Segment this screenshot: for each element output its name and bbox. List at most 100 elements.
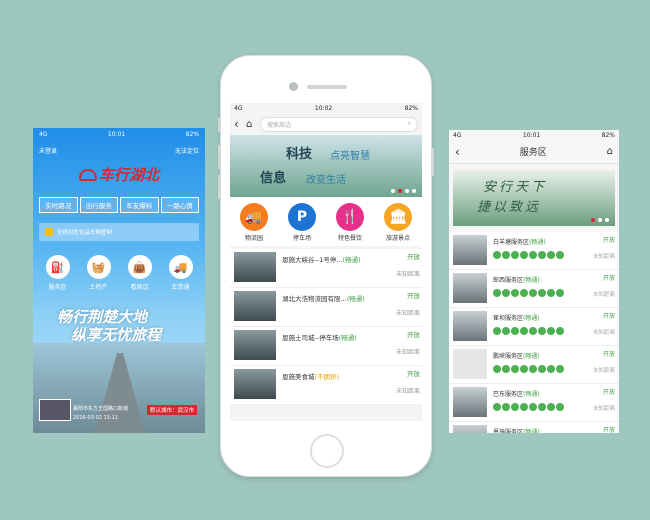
quick-entry-1[interactable]: 🧺 土特产 xyxy=(81,255,117,291)
open-status: 开放 xyxy=(407,331,420,339)
list-item-thumbnail xyxy=(453,273,487,303)
page-title: 服务区 xyxy=(519,148,547,158)
tab-2[interactable]: 车友爆料 xyxy=(120,197,159,213)
list-item-name: 恩施土司城--停车场(畅通) xyxy=(282,332,418,342)
list-item[interactable]: 湖北大浩物流园有限...(畅通) 开放 未知距离 xyxy=(230,288,422,327)
facility-icon xyxy=(556,365,564,373)
signal-label: 4G xyxy=(234,104,243,112)
app-logo: 车行湖北 xyxy=(79,164,205,185)
clock: 10:01 xyxy=(522,131,541,139)
list-item[interactable]: 鹏峡服务区(畅通) 开放 未知距离 xyxy=(449,346,619,384)
facility-icon xyxy=(520,327,528,335)
category-label: 特色餐饮 xyxy=(337,235,362,242)
list-item[interactable]: 郎西服务区(畅通) 开放 未知距离 xyxy=(449,270,619,308)
facility-icon xyxy=(547,403,555,411)
slogan-line-2: 纵享无忧旅程 xyxy=(71,326,162,344)
search-input[interactable]: 搜索周边 ⌕ xyxy=(260,116,418,132)
carousel-dot[interactable] xyxy=(412,189,416,193)
back-arrow-icon[interactable]: ‹ xyxy=(455,145,460,159)
list-item-name: 郎西服务区(畅通) xyxy=(493,275,615,284)
category-1[interactable]: P 停车场 xyxy=(280,203,324,242)
volume-down-button xyxy=(218,175,221,199)
facility-icon xyxy=(493,365,501,373)
dining-icon: 🍴 xyxy=(336,203,364,231)
carousel-dot-active[interactable] xyxy=(398,189,402,193)
slogan-line-1: 畅行荆楚大地 xyxy=(57,308,148,326)
quick-entry-0[interactable]: ⛽ 服务区 xyxy=(40,255,76,291)
open-status: 开放 xyxy=(602,389,615,396)
home-icon[interactable]: ⌂ xyxy=(607,146,613,157)
list-item-name: 巴东服务区(畅通) xyxy=(493,389,615,398)
tab-0[interactable]: 实时路况 xyxy=(39,197,78,213)
list-item[interactable]: 恩施大峡谷--1号停...(畅通) 开放 未知距离 xyxy=(230,249,422,288)
facility-icon xyxy=(502,403,510,411)
traffic-status: (畅通) xyxy=(342,256,361,264)
list-item-name: 恩施服务区(畅通) xyxy=(493,427,615,433)
distance-label: 未知距离 xyxy=(592,368,615,374)
banner-text-2a: 信息 xyxy=(260,171,287,186)
facility-icon xyxy=(493,327,501,335)
parking-icon: P xyxy=(288,203,316,231)
login-link[interactable]: 未登录 xyxy=(39,146,57,155)
facility-icon xyxy=(538,251,546,259)
search-placeholder: 搜索周边 xyxy=(267,121,292,129)
carousel-dot[interactable] xyxy=(391,189,395,193)
list-item[interactable]: 白羊塘服务区(畅通) 开放 未知距离 xyxy=(449,232,619,270)
facility-icon xyxy=(502,327,510,335)
traffic-status: (畅通) xyxy=(346,295,365,303)
signal-label: 4G xyxy=(453,131,462,139)
home-icon[interactable]: ⌂ xyxy=(246,119,260,130)
camera-thumbnail[interactable] xyxy=(39,399,71,421)
open-status: 开放 xyxy=(407,292,420,300)
list-item-info: 恩施土司城--停车场(畅通) xyxy=(282,330,418,362)
open-status: 开放 xyxy=(602,313,615,320)
locate-button[interactable]: 无法定位 xyxy=(175,146,199,155)
carousel-dot-active[interactable] xyxy=(591,218,595,222)
facility-icon xyxy=(520,365,528,373)
open-status: 开放 xyxy=(602,427,615,433)
facility-icon xyxy=(502,365,510,373)
list-item[interactable]: 巴东服务区(畅通) 开放 未知距离 xyxy=(449,384,619,422)
carousel-dot[interactable] xyxy=(405,189,409,193)
tab-3[interactable]: 一路心情 xyxy=(160,197,199,213)
quick-entry-2[interactable]: 👜 看周边 xyxy=(122,255,158,291)
list-item[interactable]: 恩施土司城--停车场(畅通) 开放 未知距离 xyxy=(230,327,422,366)
category-0[interactable]: 🚚 物流园 xyxy=(232,203,276,242)
carousel-dot[interactable] xyxy=(598,218,602,222)
list-item-name: 恩施大峡谷--1号停...(畅通) xyxy=(282,254,418,264)
carousel-dot[interactable] xyxy=(605,218,609,222)
back-arrow-icon[interactable]: ‹ xyxy=(234,117,246,131)
signal-label: 4G xyxy=(39,130,48,138)
facility-icon xyxy=(493,251,501,259)
list-item-info: 巴东服务区(畅通) xyxy=(493,387,615,418)
list-item[interactable]: 恩施服务区(畅通) 开放 xyxy=(449,422,619,433)
quick-entry-label: 车货通 xyxy=(171,284,190,291)
list-item-info: 崔坝服务区(畅通) xyxy=(493,311,615,342)
clock: 10:02 xyxy=(314,104,333,112)
status-bar: 4G 10:01 82% xyxy=(33,128,205,140)
facility-icon xyxy=(538,327,546,335)
home-button[interactable] xyxy=(310,434,344,468)
category-3[interactable]: 🏛 旅游景点 xyxy=(376,203,420,242)
scenic-icon: 🏛 xyxy=(384,203,412,231)
search-icon[interactable]: ⌕ xyxy=(408,120,411,128)
carousel-dots xyxy=(591,218,609,222)
category-label: 停车场 xyxy=(292,235,311,242)
list-item-title: 恩施美食城 xyxy=(282,373,315,381)
notice-bar[interactable]: 全线对危化品车辆管制 xyxy=(39,223,199,241)
poi-list: 恩施大峡谷--1号停...(畅通) 开放 未知距离 湖北大浩物流园有限...(畅通) 开… xyxy=(230,249,422,405)
quick-entry-label: 服务区 xyxy=(48,284,67,291)
list-item[interactable]: 恩施美食城(不拥挤) 开放 未知距离 xyxy=(230,366,422,405)
tab-1[interactable]: 出行服务 xyxy=(79,197,118,213)
slogan: 畅行荆楚大地 纵享无忧旅程 xyxy=(57,308,161,344)
category-2[interactable]: 🍴 特色餐饮 xyxy=(328,203,372,242)
list-item[interactable]: 崔坝服务区(畅通) 开放 未知距离 xyxy=(449,308,619,346)
list-item-title: 恩施大峡谷--1号停... xyxy=(282,256,343,264)
banner-text-1b: 点亮智慧 xyxy=(330,151,370,162)
list-item-info: 白羊塘服务区(畅通) xyxy=(493,235,615,266)
banner-carousel[interactable]: 科技 点亮智慧 信息 改变生活 xyxy=(230,135,422,197)
quick-entry-3[interactable]: 🚚 车货通 xyxy=(163,255,199,291)
banner-carousel[interactable]: 安行天下 捷以致远 xyxy=(453,170,615,226)
default-city-badge[interactable]: 默认城市：武汉市 xyxy=(146,405,197,415)
banner-text-1: 安行天下 xyxy=(483,180,548,195)
